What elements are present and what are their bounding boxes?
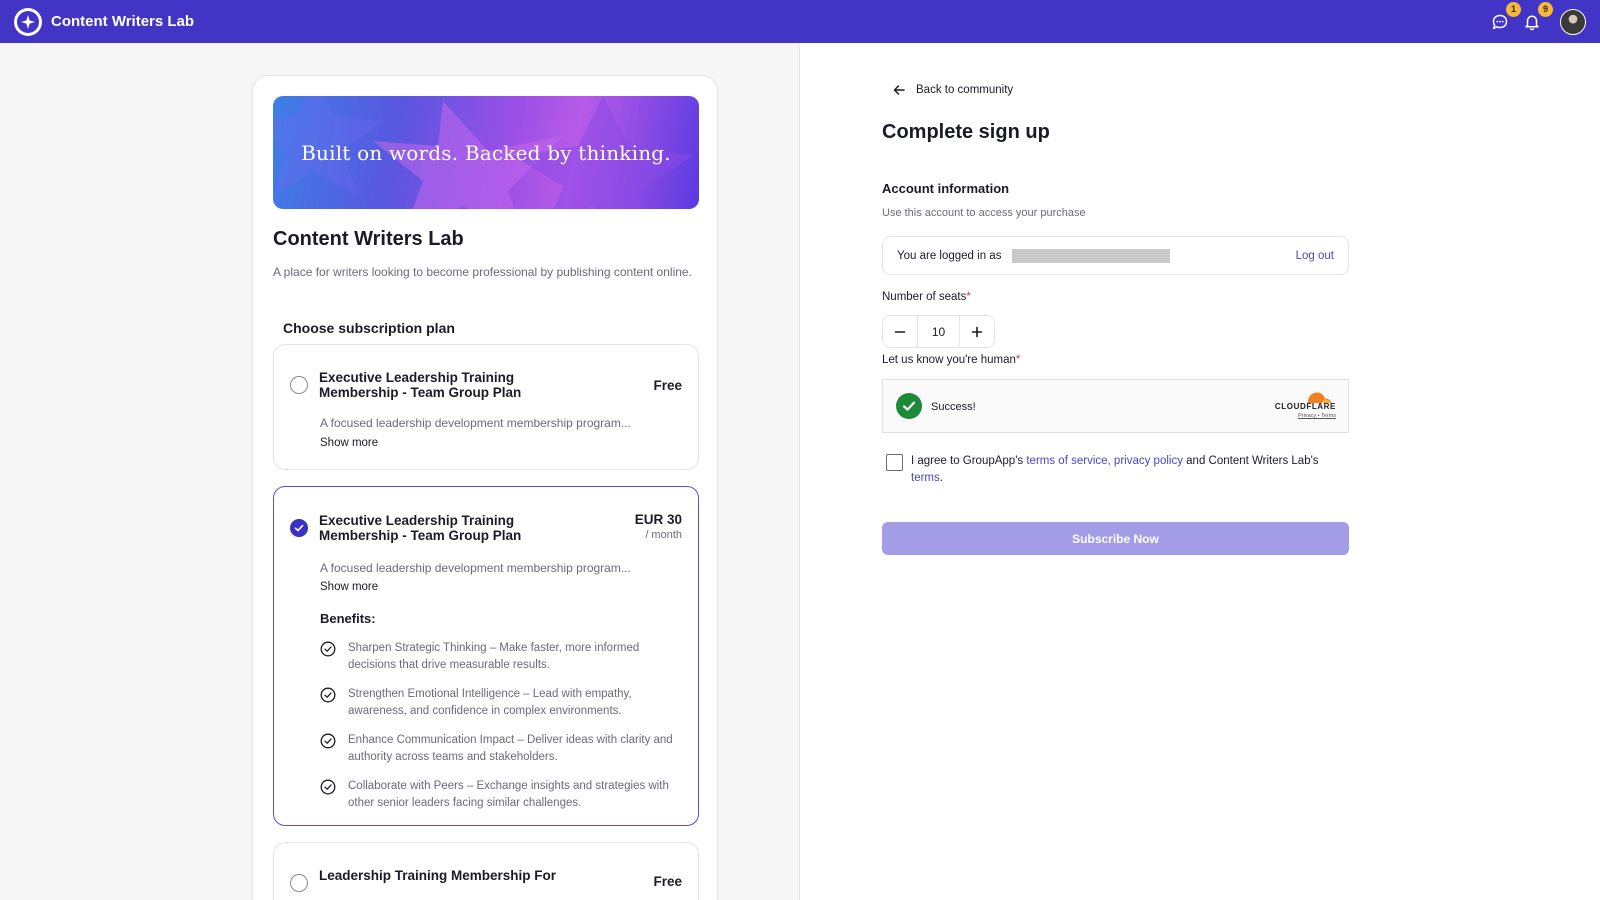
terms-agreement: I agree to GroupApp's terms of service, … xyxy=(886,453,1346,487)
chat-icon[interactable]: 1 xyxy=(1490,1,1521,32)
benefits-heading: Benefits: xyxy=(320,611,376,626)
agree-text: I agree to GroupApp's terms of service, … xyxy=(911,453,1346,487)
app-title[interactable]: Content Writers Lab xyxy=(51,13,194,30)
captcha-status: Success! xyxy=(931,401,976,413)
agree-suffix: . xyxy=(939,472,943,484)
agree-checkbox[interactable] xyxy=(886,454,903,471)
plan-name: Executive Leadership Training Membership… xyxy=(319,513,522,543)
benefit-text: Sharpen Strategic Thinking – Make faster… xyxy=(348,642,640,671)
cloudflare-captcha-widget[interactable]: Success! CLOUDFLARE Privacy • Terms xyxy=(882,379,1349,433)
chat-badge: 1 xyxy=(1506,1,1521,17)
agree-prefix: I agree to GroupApp's xyxy=(911,455,1024,467)
benefit-text: Collaborate with Peers – Exchange insigh… xyxy=(348,780,669,809)
banner-tagline: Built on words. Backed by thinking. xyxy=(301,140,671,165)
choose-plan-heading: Choose subscription plan xyxy=(283,320,455,336)
seats-label: Number of seats* xyxy=(882,291,971,303)
community-overview-pane: Built on words. Backed by thinking. Cont… xyxy=(0,43,800,900)
back-label: Back to community xyxy=(916,84,1014,96)
subscribe-button[interactable]: Subscribe Now xyxy=(882,522,1349,555)
back-to-community-link[interactable]: Back to community xyxy=(892,83,1013,97)
plan-price: Free xyxy=(653,378,682,393)
page-title: Complete sign up xyxy=(882,121,1050,143)
bell-icon[interactable]: 9 xyxy=(1522,1,1553,32)
logged-in-text: You are logged in as xyxy=(897,250,1002,262)
decrement-button[interactable] xyxy=(883,316,917,347)
check-circle-icon xyxy=(320,733,336,749)
top-actions: 1 9 xyxy=(1490,0,1586,43)
plan-radio[interactable] xyxy=(290,874,308,892)
benefit-text: Strengthen Emotional Intelligence – Lead… xyxy=(348,688,632,717)
privacy-policy-link[interactable]: privacy policy xyxy=(1114,455,1183,467)
show-more-link[interactable]: Show more xyxy=(320,437,378,449)
account-information-subtitle: Use this account to access your purchase xyxy=(882,207,1086,219)
community-terms-link[interactable]: terms xyxy=(911,472,940,484)
check-circle-icon xyxy=(320,641,336,657)
notifications-badge: 9 xyxy=(1538,1,1553,17)
plus-icon xyxy=(971,326,983,337)
human-label-text: Let us know you're human xyxy=(882,354,1016,366)
plan-price: Free xyxy=(653,874,682,889)
show-more-link[interactable]: Show more xyxy=(320,581,378,593)
human-check-label: Let us know you're human* xyxy=(882,354,1020,366)
benefit-item: Sharpen Strategic Thinking – Make faster… xyxy=(320,640,680,673)
community-description: A place for writers looking to become pr… xyxy=(273,265,692,279)
plan-card-selected[interactable]: Executive Leadership Training Membership… xyxy=(273,486,699,826)
terms-of-service-link[interactable]: terms of service, xyxy=(1026,455,1110,467)
user-avatar[interactable] xyxy=(1560,8,1586,35)
community-card: Built on words. Backed by thinking. Cont… xyxy=(252,75,718,900)
plan-period: / month xyxy=(645,529,682,541)
increment-button[interactable] xyxy=(960,316,994,347)
plan-card-free[interactable]: Executive Leadership Training Membership… xyxy=(273,344,699,470)
minus-icon xyxy=(894,330,906,333)
cloudflare-wordmark: CLOUDFLARE xyxy=(1274,402,1336,411)
app-logo-icon[interactable] xyxy=(14,7,42,36)
redacted-email xyxy=(1012,249,1170,263)
community-banner: Built on words. Backed by thinking. xyxy=(273,96,699,209)
seats-value[interactable]: 10 xyxy=(917,316,960,347)
top-navigation-bar: Content Writers Lab 1 9 xyxy=(0,0,1600,43)
plan-radio-checked[interactable] xyxy=(290,519,308,537)
check-circle-icon xyxy=(320,687,336,703)
plan-card-leadership[interactable]: Leadership Training Membership For Free xyxy=(273,842,699,900)
logged-in-box: You are logged in as Log out xyxy=(882,236,1349,275)
plan-name: Leadership Training Membership For xyxy=(319,868,557,883)
benefit-text: Enhance Communication Impact – Deliver i… xyxy=(348,734,673,763)
plan-description: A focused leadership development members… xyxy=(320,561,631,575)
plan-description: A focused leadership development members… xyxy=(320,416,631,430)
success-check-icon xyxy=(896,393,922,419)
arrow-left-icon xyxy=(893,85,905,95)
community-name: Content Writers Lab xyxy=(273,228,464,250)
seats-stepper[interactable]: 10 xyxy=(882,315,995,348)
signup-pane: Back to community Complete sign up Accou… xyxy=(800,43,1600,900)
account-information-heading: Account information xyxy=(882,181,1010,196)
required-mark: * xyxy=(1015,354,1021,366)
benefit-item: Enhance Communication Impact – Deliver i… xyxy=(320,732,680,765)
seats-label-text: Number of seats xyxy=(882,291,967,303)
plan-radio[interactable] xyxy=(290,376,308,394)
captcha-links[interactable]: Privacy • Terms xyxy=(1298,413,1336,419)
logout-link[interactable]: Log out xyxy=(1296,250,1334,262)
plan-price: EUR 30 xyxy=(634,512,682,527)
benefit-item: Collaborate with Peers – Exchange insigh… xyxy=(320,778,680,811)
required-mark: * xyxy=(966,291,971,303)
agree-middle: and Content Writers Lab's xyxy=(1186,455,1319,467)
plan-name: Executive Leadership Training Membership… xyxy=(319,370,522,400)
check-circle-icon xyxy=(320,779,336,795)
benefit-item: Strengthen Emotional Intelligence – Lead… xyxy=(320,686,680,719)
